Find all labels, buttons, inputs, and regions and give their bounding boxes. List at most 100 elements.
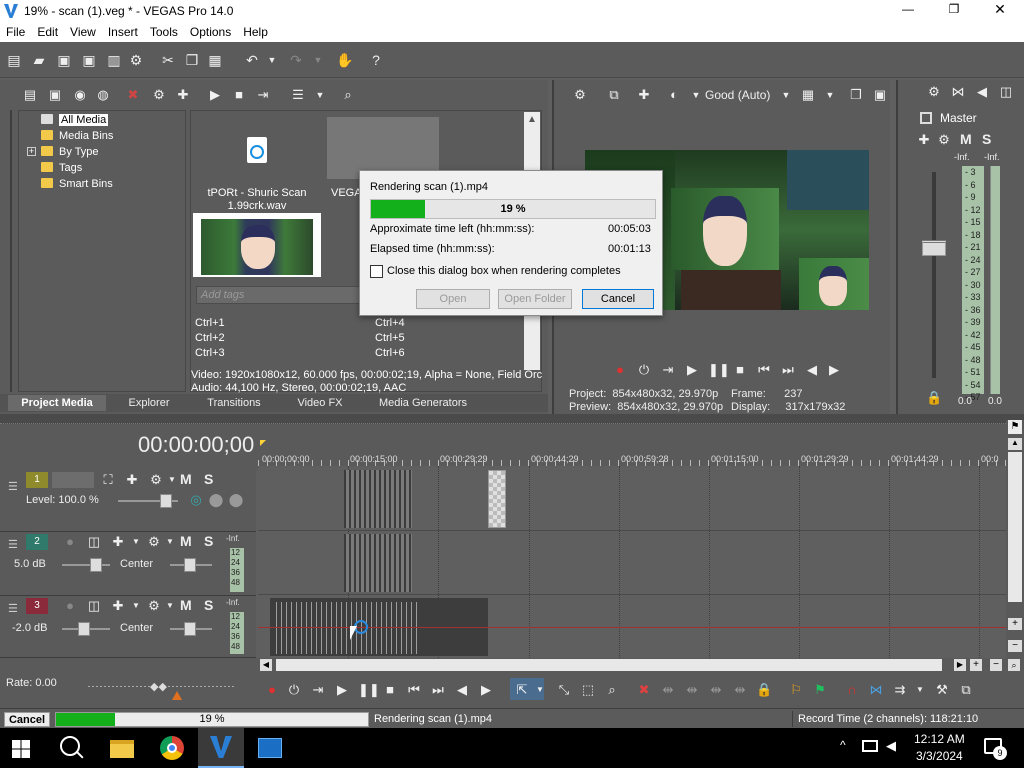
scroll-up-icon[interactable]: ▲ bbox=[1008, 438, 1022, 450]
auto-ripple-icon[interactable]: ⇉ bbox=[892, 682, 908, 698]
track-2-pan-slider[interactable] bbox=[170, 558, 212, 572]
arm-record-icon[interactable]: ● bbox=[62, 534, 78, 550]
track-fx-gear-icon[interactable]: ⚙ bbox=[148, 472, 164, 488]
master-fx-gear-icon[interactable]: ⚙ bbox=[936, 132, 952, 148]
extract-icon[interactable]: ◉ bbox=[72, 87, 88, 103]
track-3-mute-button[interactable]: M bbox=[180, 597, 192, 613]
preview-quality-select[interactable]: Good (Auto) bbox=[705, 88, 770, 102]
track-name-field[interactable] bbox=[52, 472, 94, 488]
envelope-tool-icon[interactable]: ⤡ bbox=[556, 682, 572, 698]
track-header-audio-2[interactable]: ☰ 2 ● ◫ ✚ ▼ ⚙ ▼ M S 5.0 dB Center -Inf. … bbox=[0, 532, 256, 596]
properties-gear-icon[interactable]: ⚙ bbox=[128, 52, 144, 68]
tree-item-tags[interactable]: Tags bbox=[41, 160, 82, 176]
next-frame-icon[interactable]: ▶ bbox=[826, 362, 842, 378]
play-from-start-icon[interactable]: ⇥ bbox=[310, 682, 326, 698]
pause-icon[interactable]: ❚❚ bbox=[358, 682, 380, 698]
zoom-out-vertical-icon[interactable]: − bbox=[1008, 640, 1022, 652]
copy-snapshot-icon[interactable]: ❐ bbox=[848, 87, 864, 103]
compositing-child-icon[interactable]: ⬤ bbox=[208, 492, 224, 508]
menu-help[interactable]: Help bbox=[237, 24, 274, 40]
cancel-button[interactable]: Cancel bbox=[582, 289, 654, 309]
scroll-left-icon[interactable]: ◀ bbox=[260, 659, 272, 671]
loop-icon[interactable]: ⏻ bbox=[286, 682, 302, 698]
tree-item-media-bins[interactable]: Media Bins bbox=[41, 128, 113, 144]
tag-shortcut[interactable]: Ctrl+2 bbox=[195, 332, 225, 344]
tab-video-fx[interactable]: Video FX bbox=[290, 395, 350, 411]
edit-tool-dropdown-icon[interactable]: ▼ bbox=[532, 682, 548, 698]
arm-record-icon[interactable]: ● bbox=[62, 598, 78, 614]
show-hidden-icons[interactable]: ^ bbox=[840, 738, 846, 752]
menu-insert[interactable]: Insert bbox=[102, 24, 144, 40]
undo-dropdown-icon[interactable]: ▼ bbox=[264, 52, 280, 68]
cut-icon[interactable]: ✂ bbox=[160, 52, 176, 68]
track-1-solo-button[interactable]: S bbox=[204, 471, 213, 487]
track-1-level-slider[interactable] bbox=[118, 494, 178, 508]
master-fader[interactable] bbox=[922, 240, 946, 256]
video-event-cluster[interactable] bbox=[344, 470, 412, 528]
play-icon[interactable]: ▶ bbox=[684, 362, 700, 378]
track-pan-icon[interactable]: ✚ bbox=[110, 534, 126, 550]
expand-icon[interactable]: + bbox=[27, 147, 36, 156]
track-3-volume-slider[interactable] bbox=[62, 622, 110, 636]
track-fx-gear-icon[interactable]: ⚙ bbox=[146, 598, 162, 614]
redo-icon[interactable]: ↷ bbox=[288, 52, 304, 68]
track-fx-dropdown-icon[interactable]: ▼ bbox=[164, 472, 180, 488]
grid-icon[interactable]: ▦ bbox=[800, 87, 816, 103]
clock-time[interactable]: 12:12 AM bbox=[914, 732, 965, 746]
save-icon[interactable]: ▣ bbox=[56, 52, 72, 68]
explode-icon[interactable]: ✋ bbox=[336, 52, 353, 68]
record-icon[interactable]: ● bbox=[264, 682, 280, 698]
media-fx-gear-icon[interactable]: ⚙ bbox=[151, 87, 167, 103]
track-3-solo-button[interactable]: S bbox=[204, 597, 213, 613]
marker-icon[interactable] bbox=[260, 440, 266, 446]
track-3-pan-slider[interactable] bbox=[170, 622, 212, 636]
timeline-hscroll[interactable]: ◀ ▶ + − ⌕ bbox=[258, 658, 1024, 672]
master-solo-button[interactable]: S bbox=[982, 131, 991, 147]
tag-shortcut[interactable]: Ctrl+5 bbox=[375, 332, 405, 344]
menu-tools[interactable]: Tools bbox=[144, 24, 184, 40]
track-motion-icon[interactable]: ✚ bbox=[124, 472, 140, 488]
split-screen-icon[interactable]: ✚ bbox=[636, 87, 652, 103]
downmix-icon[interactable]: ⋈ bbox=[950, 84, 966, 100]
capture-icon[interactable]: ▣ bbox=[47, 87, 63, 103]
status-cancel-button[interactable]: Cancel bbox=[4, 712, 50, 727]
pause-icon[interactable]: ❚❚ bbox=[708, 362, 730, 378]
open-icon[interactable]: ▰ bbox=[31, 52, 47, 68]
play-from-start-icon[interactable]: ⇥ bbox=[660, 362, 676, 378]
autopreview-icon[interactable]: ⇥ bbox=[255, 87, 271, 103]
track-1-mute-button[interactable]: M bbox=[180, 471, 192, 487]
next-frame-icon[interactable]: ▶ bbox=[478, 682, 494, 698]
auto-ripple-dropdown-icon[interactable]: ▼ bbox=[912, 682, 928, 698]
minimize-button[interactable]: — bbox=[896, 2, 920, 20]
media-item-audio[interactable]: tPORt - Shuric Scan 1.99crk.wav bbox=[193, 115, 319, 212]
close-when-done-label[interactable]: Close this dialog box when rendering com… bbox=[387, 265, 621, 277]
file-explorer-icon[interactable] bbox=[110, 740, 134, 758]
render-icon[interactable]: ▥ bbox=[106, 52, 122, 68]
rate-slider-thumb[interactable]: ◆◆ bbox=[150, 680, 167, 693]
tag-shortcut[interactable]: Ctrl+4 bbox=[375, 317, 405, 329]
composite-mode-icon[interactable]: ⛶ bbox=[100, 472, 116, 488]
redo-dropdown-icon[interactable]: ▼ bbox=[310, 52, 326, 68]
tab-media-generators[interactable]: Media Generators bbox=[372, 395, 474, 411]
previous-frame-icon[interactable]: ◀ bbox=[454, 682, 470, 698]
track-header-video-1[interactable]: ☰ 1 ⛶ ✚ ⚙ ▼ M S Level: 100.0 % ◎ ⬤ ⬤ bbox=[0, 470, 256, 532]
menu-options[interactable]: Options bbox=[184, 24, 237, 40]
master-pan-icon[interactable]: ✚ bbox=[916, 132, 932, 148]
open-button[interactable]: Open bbox=[416, 289, 490, 309]
menu-view[interactable]: View bbox=[64, 24, 102, 40]
zoom-in-vertical-icon[interactable]: + bbox=[1008, 618, 1022, 630]
menu-edit[interactable]: Edit bbox=[31, 24, 64, 40]
previous-frame-icon[interactable]: ◀ bbox=[804, 362, 820, 378]
close-when-done-checkbox[interactable] bbox=[370, 265, 383, 278]
ignore-grouping-icon[interactable]: ⧉ bbox=[958, 682, 974, 698]
invert-phase-icon[interactable]: ◫ bbox=[86, 598, 102, 614]
new-project-icon[interactable]: ▤ bbox=[6, 52, 22, 68]
record-icon[interactable]: ● bbox=[612, 362, 628, 378]
save-snapshot-icon[interactable]: ▣ bbox=[872, 87, 888, 103]
play-icon[interactable]: ▶ bbox=[334, 682, 350, 698]
network-icon[interactable] bbox=[862, 740, 878, 752]
region-tool-icon[interactable]: ⚑ bbox=[812, 682, 828, 698]
views-icon[interactable]: ☰ bbox=[290, 87, 306, 103]
start-button[interactable] bbox=[12, 740, 30, 758]
save-as-icon[interactable]: ▣ bbox=[81, 52, 97, 68]
